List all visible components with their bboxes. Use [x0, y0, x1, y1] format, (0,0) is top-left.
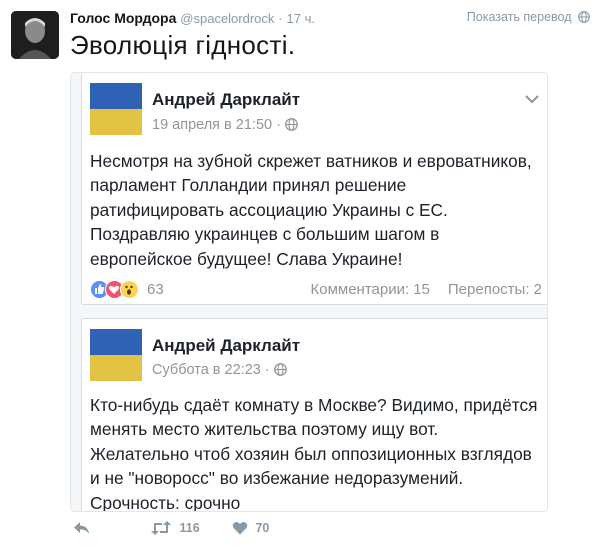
comments-count[interactable]: Комментарии: 15 [311, 281, 431, 298]
wow-reaction-icon[interactable] [120, 280, 139, 299]
avatar[interactable] [11, 11, 59, 59]
ukraine-flag-avatar[interactable] [90, 329, 142, 381]
reactions-count[interactable]: 63 [147, 281, 164, 298]
like-button[interactable]: 70 [232, 520, 269, 542]
like-count: 70 [255, 520, 270, 535]
tweet: Голос Мордора @spacelordrock · 17 ч. Пок… [0, 0, 600, 549]
reactions-bar: 63 Комментарии: 15 Перепосты: 2 [90, 280, 542, 300]
retweet-count: 116 [179, 520, 200, 535]
globe-icon [273, 363, 287, 376]
translate-label: Показать перевод [466, 10, 572, 24]
facebook-post: Андрей Дарклайт Суббота в 22:23 · Кто-ни… [81, 318, 547, 512]
post-author-name[interactable]: Андрей Дарклайт [152, 90, 300, 110]
post-date: Суббота в 22:23 · [152, 362, 287, 378]
globe-icon [578, 11, 590, 23]
heart-icon [232, 521, 248, 535]
tweet-actions: 116 70 [70, 520, 370, 544]
tweet-time[interactable]: 17 ч. [287, 11, 315, 26]
tweet-header: Голос Мордора @spacelordrock · 17 ч. Пок… [70, 10, 590, 32]
post-date: 19 апреля в 21:50 · [152, 117, 298, 133]
post-text: Кто-нибудь сдаёт комнату в Москве? Видим… [90, 395, 538, 512]
translate-link[interactable]: Показать перевод [467, 10, 590, 24]
retweet-icon [151, 520, 171, 535]
reply-icon [74, 521, 89, 534]
author-handle[interactable]: @spacelordrock [180, 11, 274, 26]
post-date-text: 19 апреля в 21:50 · [152, 117, 281, 133]
post-date-text: Суббота в 22:23 · [152, 362, 270, 378]
chevron-down-icon[interactable] [524, 93, 540, 105]
post-text: Несмотря на зубной скрежет ватников и ев… [90, 151, 532, 269]
author-name[interactable]: Голос Мордора [70, 10, 176, 26]
post-author-name[interactable]: Андрей Дарклайт [152, 336, 300, 356]
separator-dot: · [278, 11, 283, 26]
retweet-button[interactable]: 116 [150, 520, 200, 542]
facebook-post: Андрей Дарклайт 19 апреля в 21:50 · Несм… [81, 73, 547, 305]
globe-icon [285, 118, 298, 131]
attached-screenshot[interactable]: Андрей Дарклайт 19 апреля в 21:50 · Несм… [70, 72, 548, 512]
ukraine-flag-avatar[interactable] [90, 83, 142, 135]
tweet-text: Эволюція гідності. [70, 30, 296, 60]
reply-button[interactable] [73, 520, 91, 542]
shares-count[interactable]: Перепосты: 2 [448, 281, 542, 298]
avatar-photo-icon [11, 11, 59, 59]
